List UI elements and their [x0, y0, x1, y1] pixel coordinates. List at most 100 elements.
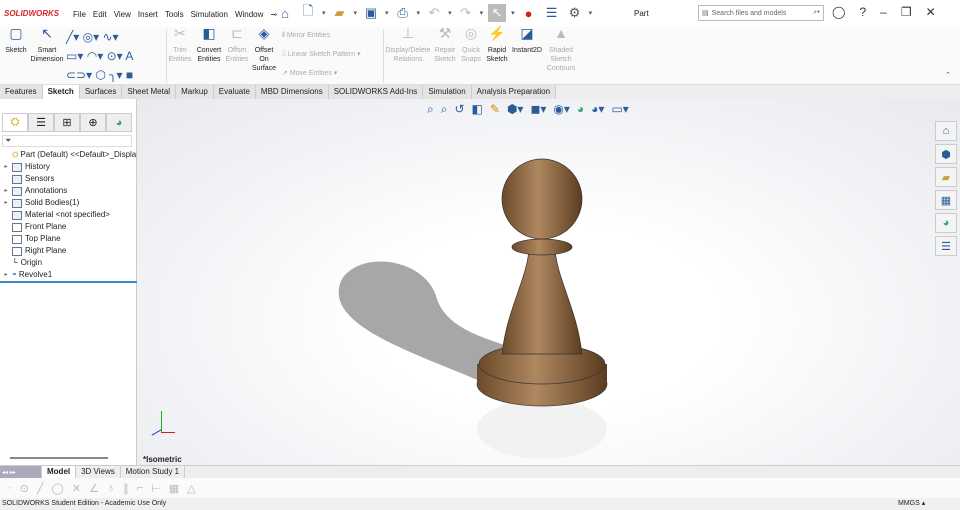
display-delete-relations-button[interactable]: ⊥ Display/Delete Relations: [385, 26, 431, 64]
horizontal-scrollbar[interactable]: [10, 457, 108, 459]
tree-item-annotations[interactable]: ▸ Annotations: [0, 185, 137, 197]
close-icon[interactable]: ✕: [926, 5, 936, 19]
select-arrow-icon[interactable]: ↖: [488, 4, 507, 22]
tab-markup[interactable]: Markup: [176, 85, 214, 99]
file-properties-icon[interactable]: ☰: [543, 4, 561, 22]
tab-model[interactable]: Model: [42, 466, 77, 478]
tab-motion-study-1[interactable]: Motion Study 1: [121, 466, 186, 478]
polygon-icon[interactable]: ⬡: [95, 68, 105, 82]
expand-icon[interactable]: ▸: [0, 161, 12, 173]
menu-file[interactable]: File: [73, 10, 86, 19]
corner-icon[interactable]: ⌐: [137, 482, 143, 494]
feature-manager-tab-icon[interactable]: ⛭: [2, 113, 28, 132]
mirror-entities-button[interactable]: ⫴ Mirror Entities: [282, 31, 330, 40]
pawn-model[interactable]: [137, 99, 960, 465]
user-icon[interactable]: ◯: [832, 5, 845, 19]
menu-tools[interactable]: Tools: [165, 10, 184, 19]
tree-item-solid-bodies[interactable]: ▸ Solid Bodies(1): [0, 197, 137, 209]
tree-item-material[interactable]: Material <not specified>: [0, 209, 137, 221]
polygon-icon[interactable]: ◯: [52, 482, 64, 495]
menu-edit[interactable]: Edit: [93, 10, 107, 19]
slot-icon[interactable]: ⊂⊃▾: [66, 68, 92, 82]
tab-3d-views[interactable]: 3D Views: [76, 466, 121, 478]
tab-surfaces[interactable]: Surfaces: [79, 85, 123, 99]
parallel-icon[interactable]: ∥: [123, 482, 129, 495]
tree-item-top-plane[interactable]: Top Plane: [0, 233, 137, 245]
angle-icon[interactable]: ∠: [89, 482, 99, 495]
open-folder-icon[interactable]: ▰: [331, 4, 349, 22]
print-icon[interactable]: ⎙: [394, 4, 412, 22]
home-icon[interactable]: ⌂: [276, 4, 294, 22]
tab-evaluate[interactable]: Evaluate: [213, 85, 256, 99]
menu-insert[interactable]: Insert: [138, 10, 158, 19]
linear-sketch-pattern-button[interactable]: ⁞⁞ Linear Sketch Pattern ▾: [282, 50, 361, 59]
collapse-ribbon-icon[interactable]: ⌃: [945, 71, 951, 80]
point-icon[interactable]: ·: [8, 482, 12, 494]
ellipse-icon[interactable]: ⊙▾: [107, 49, 123, 63]
quick-snaps-button[interactable]: ◎ Quick Snaps: [460, 26, 482, 64]
expand-icon[interactable]: ▸: [0, 185, 12, 197]
tree-item-history[interactable]: ▸ History: [0, 161, 137, 173]
filter-input[interactable]: ⏷: [2, 135, 132, 147]
redo-icon[interactable]: ↷: [457, 4, 475, 22]
triangle-icon[interactable]: △: [187, 482, 195, 495]
menu-view[interactable]: View: [114, 10, 131, 19]
help-icon[interactable]: ?: [859, 5, 866, 19]
tree-item-part[interactable]: ⛭ Part (Default) <<Default>_Displa: [0, 149, 137, 161]
point-icon[interactable]: ■: [126, 68, 133, 82]
sketch-button[interactable]: ▢ Sketch: [3, 26, 29, 55]
new-document-icon[interactable]: 🗋: [299, 3, 317, 22]
spline-icon[interactable]: ∿▾: [102, 30, 118, 44]
move-entities-button[interactable]: ↗ Move Entities ▾: [282, 69, 337, 78]
expand-icon[interactable]: ▸: [0, 197, 12, 209]
search-input[interactable]: ▤ Search files and models ⌕▾: [698, 5, 824, 21]
tab-simulation[interactable]: Simulation: [423, 85, 472, 99]
tree-item-origin[interactable]: └ Origin: [0, 257, 137, 269]
display-manager-tab-icon[interactable]: ◕: [106, 113, 132, 132]
undo-icon[interactable]: ↶: [425, 4, 443, 22]
save-icon[interactable]: ▣: [362, 4, 380, 22]
tree-item-front-plane[interactable]: Front Plane: [0, 221, 137, 233]
tree-item-right-plane[interactable]: Right Plane: [0, 245, 137, 257]
trim-entities-button[interactable]: ✂ Trim Entities: [168, 26, 192, 64]
fillet-icon[interactable]: ╮▾: [109, 68, 122, 82]
expand-icon[interactable]: ▸: [0, 269, 12, 281]
dimxpert-tab-icon[interactable]: ⊕: [80, 113, 106, 132]
tab-mbd-dimensions[interactable]: MBD Dimensions: [255, 85, 329, 99]
convert-entities-button[interactable]: ◧ Convert Entities: [194, 26, 224, 64]
restore-icon[interactable]: ❐: [901, 5, 912, 19]
rectangle-icon[interactable]: ▭▾: [66, 49, 83, 63]
circle-icon[interactable]: ⊙: [20, 482, 29, 495]
units-selector[interactable]: MMGS ▴: [898, 498, 925, 510]
configuration-manager-tab-icon[interactable]: ⊞: [54, 113, 80, 132]
smart-dimension-button[interactable]: ↖ Smart Dimension: [30, 26, 64, 64]
text-icon[interactable]: A: [125, 49, 133, 63]
rapid-sketch-button[interactable]: ⚡ Rapid Sketch: [485, 26, 509, 64]
minimize-icon[interactable]: –: [880, 5, 887, 19]
offset-on-surface-button[interactable]: ◈ Offset On Surface: [251, 26, 277, 73]
circle-icon[interactable]: ◎▾: [83, 30, 100, 44]
trim-icon[interactable]: ✕: [72, 482, 81, 495]
line-icon[interactable]: ╱: [37, 482, 44, 495]
tree-item-revolve1[interactable]: ▸ ◓ Revolve1: [0, 269, 137, 283]
property-manager-tab-icon[interactable]: ☰: [28, 113, 54, 132]
arc-icon[interactable]: ◠▾: [87, 49, 104, 63]
tangent-icon[interactable]: ♁: [107, 482, 115, 494]
repair-sketch-button[interactable]: ⚒ Repair Sketch: [432, 26, 458, 64]
offset-entities-button[interactable]: ⊏ Offset Entities: [225, 26, 249, 64]
dimension-icon[interactable]: ⊢: [151, 482, 161, 495]
tab-sketch[interactable]: Sketch: [42, 85, 80, 99]
menu-window[interactable]: Window: [235, 10, 263, 19]
line-icon[interactable]: ╱▾: [66, 30, 79, 44]
shaded-sketch-contours-button[interactable]: ▲ Shaded Sketch Contours: [546, 26, 576, 73]
graphics-viewport[interactable]: ⌕ ⌕ ↺ ◧ ✎ ⬢▾ ◼▾ ◉▾ ◕ ◕▾ ▭▾ ⌂ ⬢ ▰ ▦ ◕ ☰ *Isometric: [137, 99, 960, 465]
tree-item-sensors[interactable]: Sensors: [0, 173, 137, 185]
tab-analysis-preparation[interactable]: Analysis Preparation: [471, 85, 557, 99]
grid-icon[interactable]: ▦: [169, 482, 179, 495]
tab-solidworks-add-ins[interactable]: SOLIDWORKS Add-Ins: [328, 85, 424, 99]
menu-simulation[interactable]: Simulation: [191, 10, 228, 19]
rebuild-traffic-light-icon[interactable]: ●: [520, 4, 538, 22]
tab-features[interactable]: Features: [0, 85, 43, 99]
tab-scroll-arrows[interactable]: ◂◂ ▸▸: [0, 466, 42, 478]
instant2d-button[interactable]: ◪ Instant2D: [510, 26, 544, 55]
